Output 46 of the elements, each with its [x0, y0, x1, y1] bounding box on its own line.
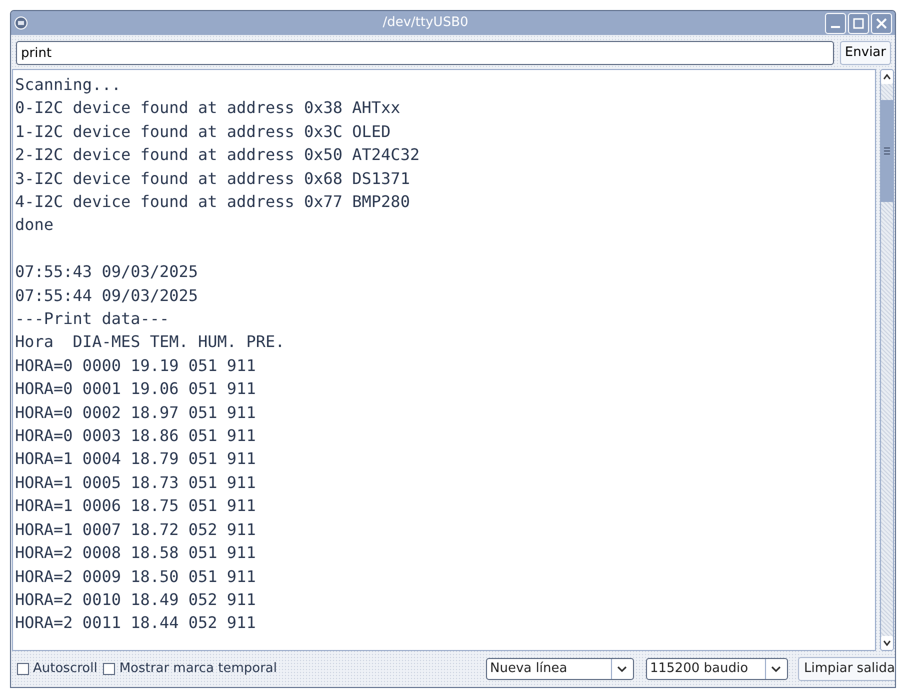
output-line: HORA=1 0006 18.75 051 911: [15, 495, 256, 518]
output-line: HORA=0 0003 18.86 051 911: [15, 425, 256, 448]
output-line: HORA=0 0001 19.06 051 911: [15, 378, 256, 400]
output-line: ---Print data---: [15, 308, 170, 330]
scroll-up-icon[interactable]: [883, 74, 891, 80]
checkbox-label: Mostrar marca temporal: [119, 660, 277, 678]
dropdown-caret-icon: [771, 666, 782, 672]
app-icon: [14, 16, 28, 30]
output-line: HORA=0 0000 19.19 051 911: [15, 354, 256, 377]
output-line: HORA=2 0010 18.49 052 911: [15, 588, 256, 611]
output-line: 1-I2C device found at address 0x3C OLED: [15, 120, 391, 143]
checkbox[interactable]: [17, 663, 29, 675]
output-line: Scanning...: [15, 74, 121, 96]
output-line: done: [15, 214, 54, 236]
close-button[interactable]: [871, 12, 892, 34]
output-line: 0-I2C device found at address 0x38 AHTxx: [15, 97, 400, 120]
output-line: 3-I2C device found at address 0x68 DS1371: [15, 168, 410, 190]
output-line: HORA=0 0002 18.97 051 911: [15, 402, 256, 424]
maximize-icon: [853, 18, 864, 28]
output-line: 07:55:44 09/03/2025: [15, 284, 198, 307]
close-icon: [876, 18, 887, 28]
line-ending-dropdown[interactable]: Nueva línea: [486, 658, 634, 680]
minimize-button[interactable]: [825, 12, 846, 34]
output-line: HORA=1 0007 18.72 052 911: [15, 518, 256, 541]
output-line: 4-I2C device found at address 0x77 BMP280: [15, 191, 410, 214]
output-line: HORA=2 0011 18.44 052 911: [15, 612, 256, 634]
output-line: 07:55:43 09/03/2025: [15, 261, 198, 284]
clear-output-button[interactable]: Limpiar salida: [798, 657, 895, 681]
vertical-scrollbar[interactable]: [880, 69, 894, 651]
baud-rate-dropdown[interactable]: 115200 baudio: [646, 658, 788, 680]
output-line: HORA=1 0004 18.79 051 911: [15, 448, 256, 470]
send-button[interactable]: Enviar: [840, 41, 891, 65]
scrollbar-thumb[interactable]: [881, 100, 893, 202]
output-line: Hora DIA-MES TEM. HUM. PRE.: [15, 331, 285, 354]
scroll-down-icon[interactable]: [883, 640, 891, 646]
dropdown-caret-icon: [617, 666, 628, 672]
checkbox[interactable]: [103, 663, 116, 675]
output-line: 2-I2C device found at address 0x50 AT24C32: [15, 144, 420, 166]
output-line: HORA=2 0009 18.50 051 911: [15, 566, 256, 588]
output-line: HORA=1 0005 18.73 051 911: [15, 472, 256, 494]
maximize-button[interactable]: [848, 12, 869, 34]
window-title: /dev/ttyUSB0: [382, 14, 470, 32]
message-input-field[interactable]: print: [16, 41, 834, 65]
minimize-icon: [831, 26, 840, 28]
output-line: HORA=2 0008 18.58 051 911: [15, 542, 256, 564]
checkbox-label: Autoscroll: [33, 660, 98, 678]
